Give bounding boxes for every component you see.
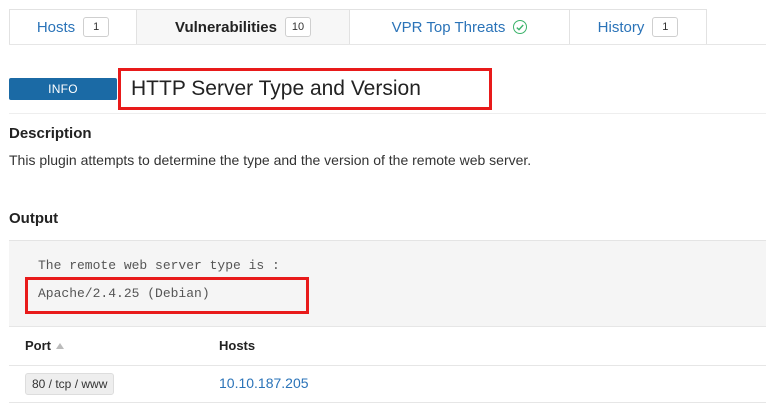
tab-vulnerabilities[interactable]: Vulnerabilities 10 <box>136 9 350 44</box>
severity-badge: INFO <box>9 78 117 100</box>
host-link[interactable]: 10.10.187.205 <box>219 375 309 391</box>
tab-vulnerabilities-label: Vulnerabilities <box>175 18 277 36</box>
plugin-title: HTTP Server Type and Version <box>131 77 421 100</box>
title-divider <box>9 113 766 114</box>
output-heading: Output <box>9 210 59 227</box>
tab-hosts[interactable]: Hosts 1 <box>9 9 137 44</box>
tab-vpr-top-threats-label: VPR Top Threats <box>391 18 506 36</box>
tab-vpr-top-threats[interactable]: VPR Top Threats <box>349 9 570 44</box>
check-circle-icon <box>513 20 528 34</box>
tab-history-label: History <box>597 18 645 36</box>
hosts-column-header[interactable]: Hosts <box>219 338 255 353</box>
output-line-1: The remote web server type is : <box>38 258 280 273</box>
table-header: Port Hosts <box>9 326 766 366</box>
title-highlight-box: HTTP Server Type and Version <box>118 68 492 110</box>
output-highlight-box <box>25 277 309 314</box>
port-header-label: Port <box>25 338 51 353</box>
tab-hosts-label: Hosts <box>36 18 76 36</box>
tab-bar: Hosts 1 Vulnerabilities 10 VPR Top Threa… <box>9 9 707 44</box>
tab-hosts-count: 1 <box>83 17 110 37</box>
tab-vulnerabilities-count: 10 <box>284 17 311 37</box>
table-row: 80 / tcp / www 10.10.187.205 <box>9 366 766 403</box>
port-column-header[interactable]: Port <box>25 338 64 353</box>
description-heading: Description <box>9 125 92 142</box>
description-text: This plugin attempts to determine the ty… <box>9 152 532 168</box>
ports-table: Port Hosts 80 / tcp / www 10.10.187.205 <box>9 326 766 403</box>
sort-ascending-icon <box>56 343 64 349</box>
tab-history-count: 1 <box>652 17 679 37</box>
port-value: 80 / tcp / www <box>25 373 115 395</box>
tab-history[interactable]: History 1 <box>569 9 707 44</box>
tabs-divider <box>9 44 766 45</box>
